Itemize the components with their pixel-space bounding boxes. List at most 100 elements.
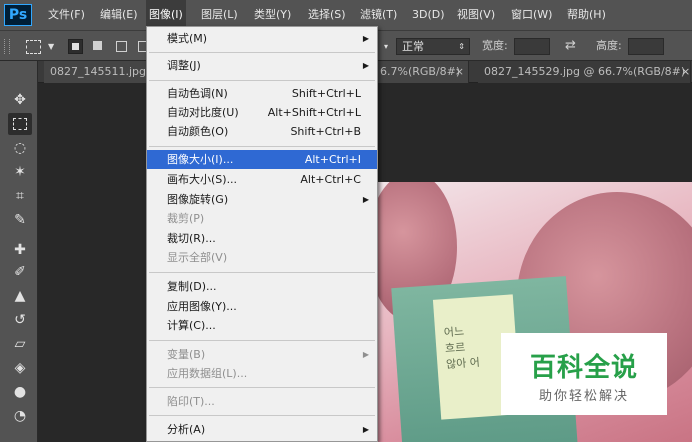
menu-item-label: 显示全部(V) xyxy=(167,251,228,264)
image-menu-dropdown: 模式(M) ▶ 调整(J) ▶ 自动色调(N) Shift+Ctrl+L 自动对… xyxy=(146,26,378,442)
menu-item-apply-data-set[interactable]: 应用数据组(L)... xyxy=(147,364,377,383)
menu-item-shortcut: Alt+Shift+Ctrl+L xyxy=(267,106,361,119)
brush-tool-icon[interactable]: ✐ xyxy=(8,261,32,283)
add-selection-icon[interactable] xyxy=(93,41,102,50)
menu-separator xyxy=(149,52,375,53)
menu-item-shortcut: Alt+Ctrl+C xyxy=(300,173,361,186)
watermark-badge: 百科全说 助你轻松解决 xyxy=(501,333,667,415)
marquee-tool-icon[interactable] xyxy=(8,113,32,135)
chevron-down-icon[interactable]: ▼ xyxy=(48,42,54,51)
menu-item-canvas-size[interactable]: 画布大小(S)... Alt+Ctrl+C xyxy=(147,170,377,189)
tab-0827-145511-partial[interactable]: 6.7%(RGB/8#) × xyxy=(378,61,469,83)
style-select[interactable]: 正常 ⇕ xyxy=(396,38,470,55)
style-dropdown-arrow-icon[interactable]: ▾ xyxy=(384,42,388,51)
menu-item-reveal-all[interactable]: 显示全部(V) xyxy=(147,248,377,267)
healing-brush-tool-icon[interactable]: ✚ xyxy=(8,239,32,261)
clone-stamp-tool-icon[interactable]: ▲ xyxy=(8,285,32,307)
tab-label: 0827_145529.jpg @ 66.7%(RGB/8#) xyxy=(484,65,686,78)
new-selection-button[interactable] xyxy=(68,39,83,54)
menu-item-label: 自动对比度(U) xyxy=(167,106,239,119)
style-select-value: 正常 xyxy=(402,40,424,53)
menu-item-label: 图像大小(I)... xyxy=(167,153,234,166)
menu-item-crop[interactable]: 裁剪(P) xyxy=(147,209,377,228)
menu-item-mode[interactable]: 模式(M) ▶ xyxy=(147,29,377,48)
close-icon[interactable]: × xyxy=(455,61,464,83)
menu-separator xyxy=(149,387,375,388)
menu-item-label: 自动色调(N) xyxy=(167,87,228,100)
menu-item-auto-color[interactable]: 自动颜色(O) Shift+Ctrl+B xyxy=(147,122,377,141)
menu-item-label: 分析(A) xyxy=(167,423,206,436)
menu-view[interactable]: 视图(V) xyxy=(454,0,498,30)
move-tool-icon[interactable]: ✥ xyxy=(8,89,32,111)
subtract-selection-icon[interactable] xyxy=(116,41,127,52)
menu-item-adjust[interactable]: 调整(J) ▶ xyxy=(147,56,377,75)
book-text-line: 않아 어 xyxy=(445,355,481,372)
eraser-tool-icon[interactable]: ▱ xyxy=(8,333,32,355)
menu-separator xyxy=(149,80,375,81)
menu-item-trim[interactable]: 裁切(R)... xyxy=(147,229,377,248)
book-text: 어느 흐르 않아 어 xyxy=(443,323,480,373)
submenu-arrow-icon: ▶ xyxy=(362,34,369,43)
dodge-tool-icon[interactable]: ◔ xyxy=(8,405,32,427)
menu-item-calculations[interactable]: 计算(C)... xyxy=(147,316,377,335)
menu-item-label: 模式(M) xyxy=(167,32,208,45)
eyedropper-tool-icon[interactable]: ✎ xyxy=(8,209,32,231)
paint-bucket-tool-icon[interactable]: ◈ xyxy=(8,357,32,379)
width-input[interactable] xyxy=(514,38,550,55)
marquee-preset-icon[interactable] xyxy=(26,40,41,54)
menu-separator xyxy=(149,272,375,273)
history-brush-tool-icon[interactable]: ↺ xyxy=(8,309,32,331)
marquee-rect-icon xyxy=(13,118,27,130)
menu-item-variables[interactable]: 变量(B) ▶ xyxy=(147,345,377,364)
submenu-arrow-icon: ▶ xyxy=(362,425,369,434)
submenu-arrow-icon: ▶ xyxy=(362,350,369,359)
height-label: 高度: xyxy=(596,39,622,52)
height-input[interactable] xyxy=(628,38,664,55)
menu-item-duplicate[interactable]: 复制(D)... xyxy=(147,277,377,296)
menu-item-image-rotation[interactable]: 图像旋转(G) ▶ xyxy=(147,190,377,209)
menu-item-label: 裁切(R)... xyxy=(167,232,216,245)
menu-item-label: 复制(D)... xyxy=(167,280,217,293)
blur-tool-icon[interactable]: ● xyxy=(8,381,32,403)
submenu-arrow-icon: ▶ xyxy=(362,61,369,70)
tab-label: 0827_145511.jpg xyxy=(50,65,147,78)
menu-item-apply-image[interactable]: 应用图像(Y)... xyxy=(147,297,377,316)
menu-separator xyxy=(149,415,375,416)
lasso-tool-icon[interactable]: ◌ xyxy=(8,137,32,159)
watermark-title: 百科全说 xyxy=(529,353,638,383)
magic-wand-tool-icon[interactable]: ✶ xyxy=(8,161,32,183)
menu-window[interactable]: 窗口(W) xyxy=(508,0,555,30)
menu-separator xyxy=(149,340,375,341)
menu-item-analysis[interactable]: 分析(A) ▶ xyxy=(147,420,377,439)
menu-item-shortcut: Shift+Ctrl+B xyxy=(290,125,361,138)
menu-3d[interactable]: 3D(D) xyxy=(409,0,448,30)
menu-file[interactable]: 文件(F) xyxy=(45,0,88,30)
menu-help[interactable]: 帮助(H) xyxy=(564,0,609,30)
menu-item-label: 自动颜色(O) xyxy=(167,125,229,138)
submenu-arrow-icon: ▶ xyxy=(362,195,369,204)
menu-edit[interactable]: 编辑(E) xyxy=(97,0,141,30)
options-grip[interactable] xyxy=(4,39,10,54)
menu-item-label: 画布大小(S)... xyxy=(167,173,238,186)
menu-item-auto-tone[interactable]: 自动色调(N) Shift+Ctrl+L xyxy=(147,84,377,103)
swap-icon[interactable]: ⇄ xyxy=(565,31,576,61)
crop-tool-icon[interactable]: ⌗ xyxy=(8,185,32,207)
new-selection-icon xyxy=(72,43,79,50)
menu-item-trap[interactable]: 陷印(T)... xyxy=(147,392,377,411)
tools-panel: ✥ ◌ ✶ ⌗ ✎ ✚ ✐ ▲ ↺ ▱ ◈ ● ◔ xyxy=(0,61,38,442)
menu-item-label: 裁剪(P) xyxy=(167,212,205,225)
photoshop-logo-icon: Ps xyxy=(4,4,32,26)
menu-item-label: 陷印(T)... xyxy=(167,395,215,408)
menu-item-shortcut: Alt+Ctrl+I xyxy=(304,153,361,166)
tab-0827-145529[interactable]: 0827_145529.jpg @ 66.7%(RGB/8#) xyxy=(478,61,691,83)
tab-label-partial: 6.7%(RGB/8#) xyxy=(380,65,461,78)
menu-item-image-size[interactable]: 图像大小(I)... Alt+Ctrl+I xyxy=(147,150,377,169)
menu-separator xyxy=(149,146,375,147)
watermark-subtitle: 助你轻松解决 xyxy=(538,389,629,404)
menu-item-auto-contrast[interactable]: 自动对比度(U) Alt+Shift+Ctrl+L xyxy=(147,103,377,122)
updown-icon: ⇕ xyxy=(458,42,465,51)
tab-0827-145511[interactable]: 0827_145511.jpg xyxy=(44,61,159,83)
close-icon[interactable]: × xyxy=(681,61,690,83)
menu-item-label: 调整(J) xyxy=(167,59,201,72)
menu-item-label: 变量(B) xyxy=(167,348,206,361)
